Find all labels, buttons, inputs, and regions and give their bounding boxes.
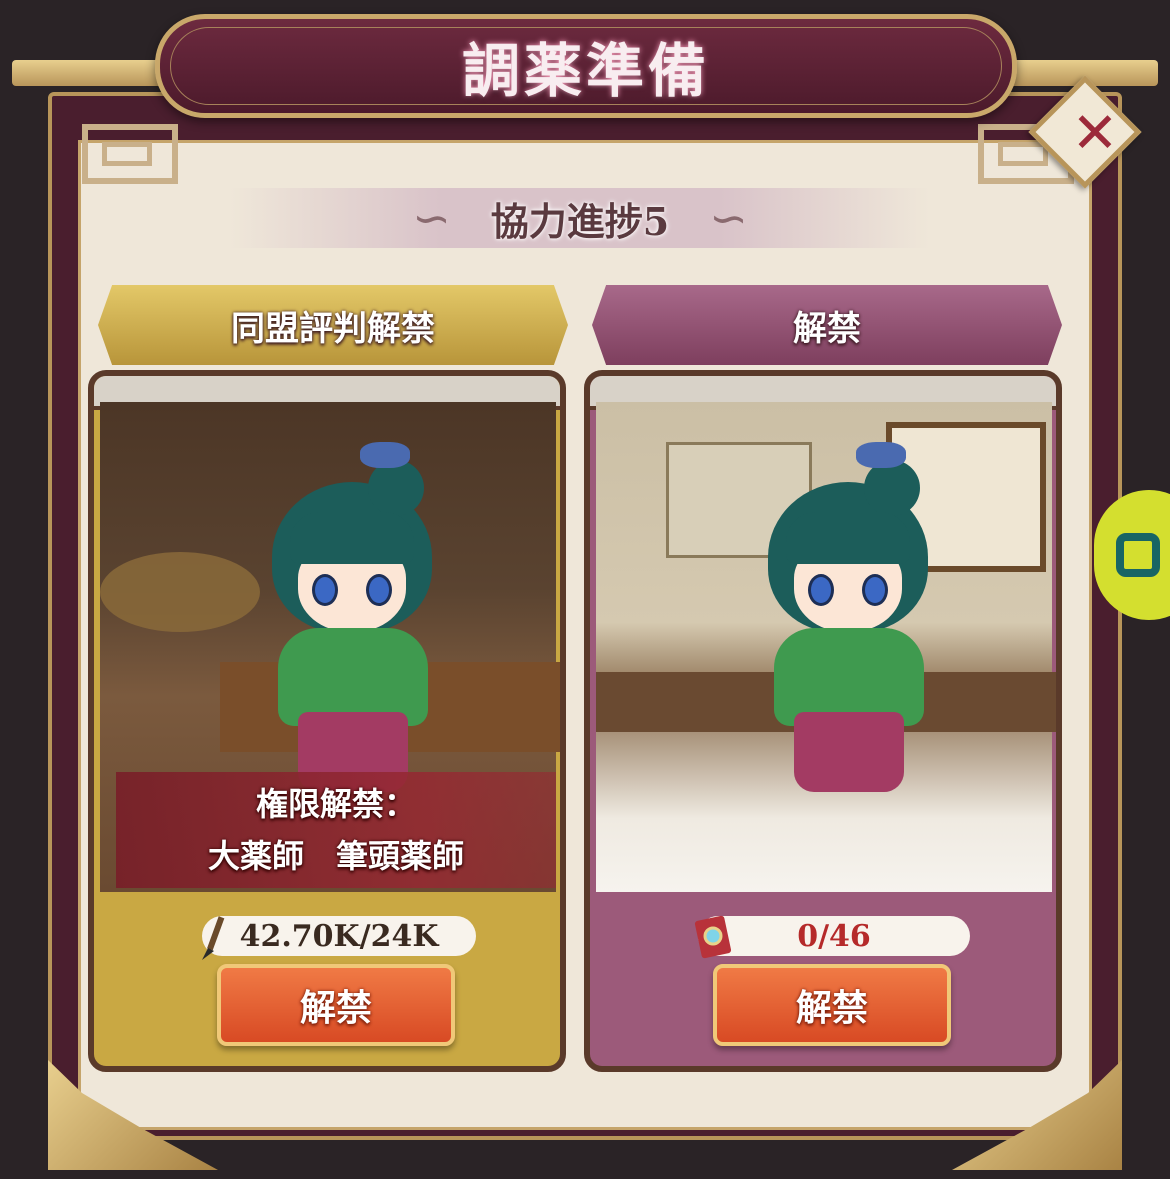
side-tab-icon [1116,533,1160,577]
character-portrait [746,442,946,802]
card-label-item: 解禁 [592,285,1062,365]
title-banner: 調薬準備 [155,14,1017,118]
unlock-button-alliance[interactable]: 解禁 [217,964,455,1046]
section-header: ∽ 協力進捗5 ∽ [230,188,930,248]
unlock-button-item[interactable]: 解禁 [713,964,951,1046]
cloud-swirl-icon: ∽ [709,191,748,245]
progress-bar-alliance: 42.70K/24K [202,916,476,956]
cloud-swirl-icon: ∽ [412,191,451,245]
scroll-icon [694,915,732,959]
card-label-alliance: 同盟評判解禁 [98,285,568,365]
section-title: 協力進捗5 [490,198,670,244]
unlock-info-roles: 大薬師 筆頭薬師 [207,837,464,875]
study-room-scene-image [596,402,1056,892]
brush-icon [202,916,225,960]
unlock-info-title: 権限解禁： [255,785,416,823]
lattice-ornament-left [82,124,178,184]
progress-bar-item: 0/46 [698,916,970,956]
unlock-info-plate: 権限解禁： 大薬師 筆頭薬師 [116,772,556,888]
progress-text: 42.70K/24K [239,918,439,954]
character-portrait [250,442,450,802]
dialog-title: 調薬準備 [461,37,710,105]
progress-text: 0/46 [797,918,871,954]
